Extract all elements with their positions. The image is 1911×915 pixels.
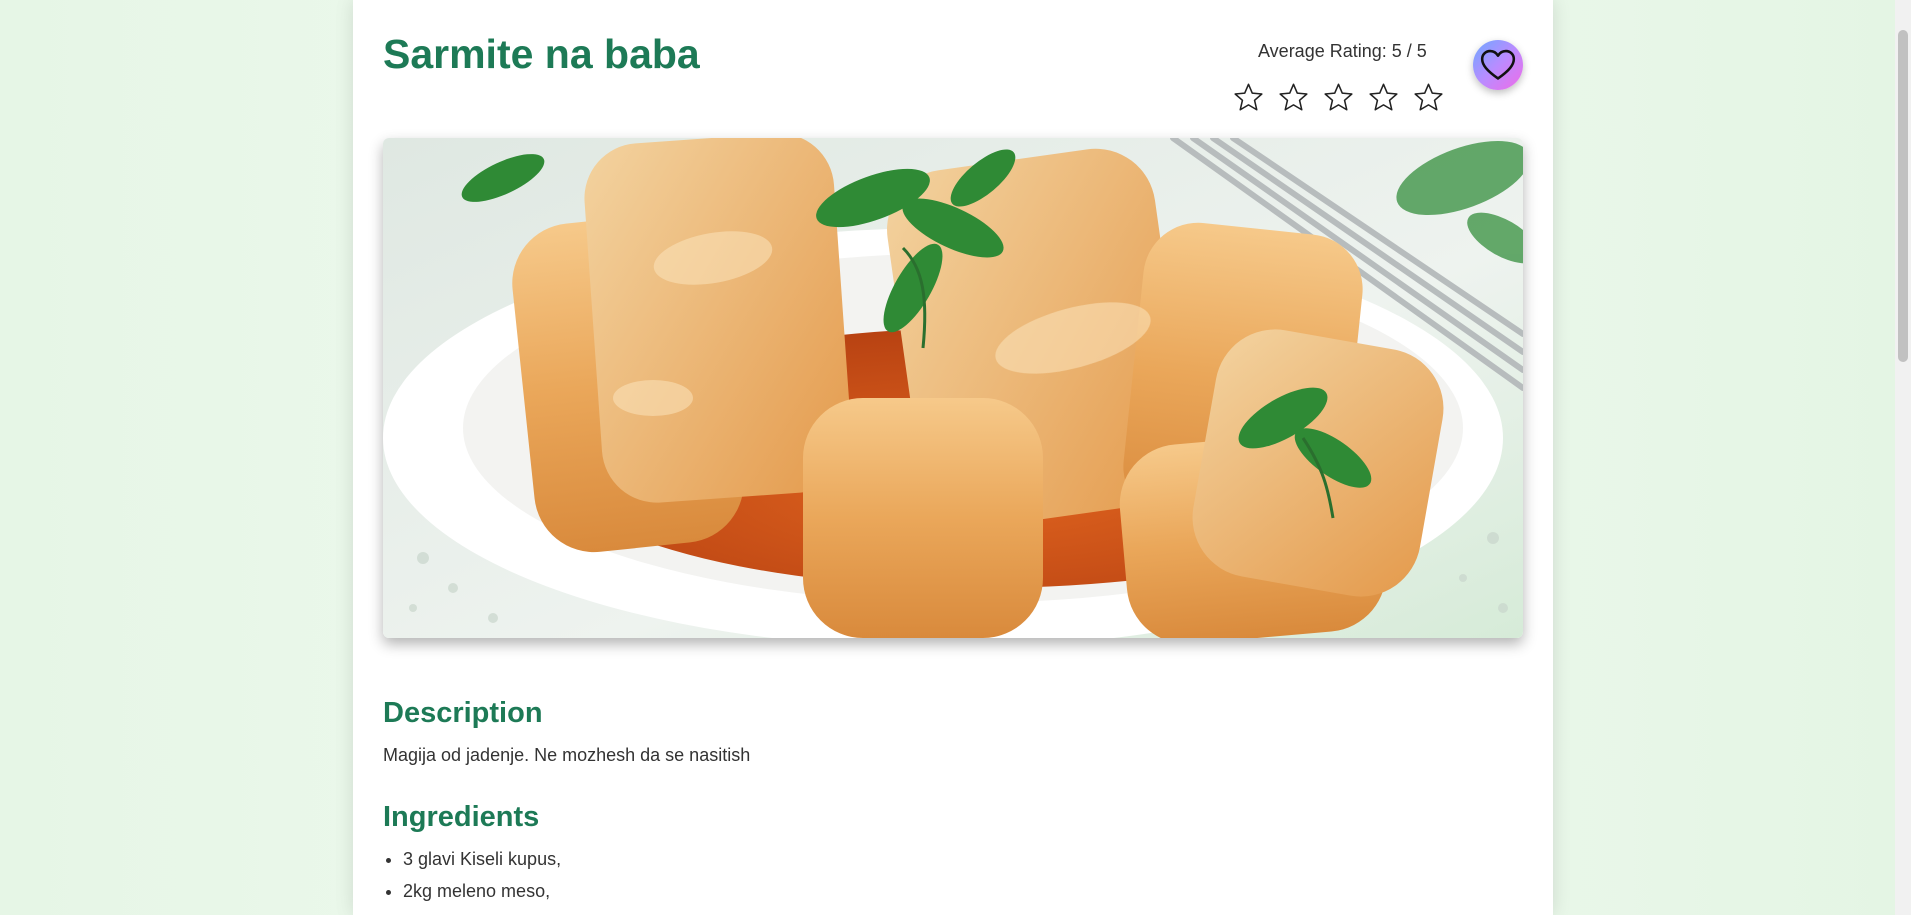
favorite-button[interactable] [1473,40,1523,90]
ingredient-item: 3 glavi Kiseli kupus, [403,846,561,878]
recipe-photo [383,138,1523,638]
average-rating-label: Average Rating: 5 / 5 [1258,41,1427,61]
description-heading: Description [383,697,543,729]
star-icon-5[interactable] [1413,82,1444,113]
star-icon-1[interactable] [1233,82,1264,113]
star-icon-3[interactable] [1323,82,1354,113]
scrollbar-thumb[interactable] [1898,30,1908,362]
ingredients-heading: Ingredients [383,801,540,833]
ingredients-list: 3 glavi Kiseli kupus, 2kg meleno meso, [383,846,561,910]
cabbage-rolls-image [383,138,1523,638]
star-icon-2[interactable] [1278,82,1309,113]
description-text: Magija od jadenje. Ne mozhesh da se nasi… [383,745,751,765]
ingredient-item: 2kg meleno meso, [403,878,561,910]
heart-icon [1480,49,1516,80]
recipe-title: Sarmite na baba [383,31,700,77]
recipe-card: Sarmite na baba Average Rating: 5 / 5 De… [353,0,1553,915]
rating-stars [1233,82,1444,113]
star-icon-4[interactable] [1368,82,1399,113]
page-scrollbar[interactable] [1895,0,1911,915]
